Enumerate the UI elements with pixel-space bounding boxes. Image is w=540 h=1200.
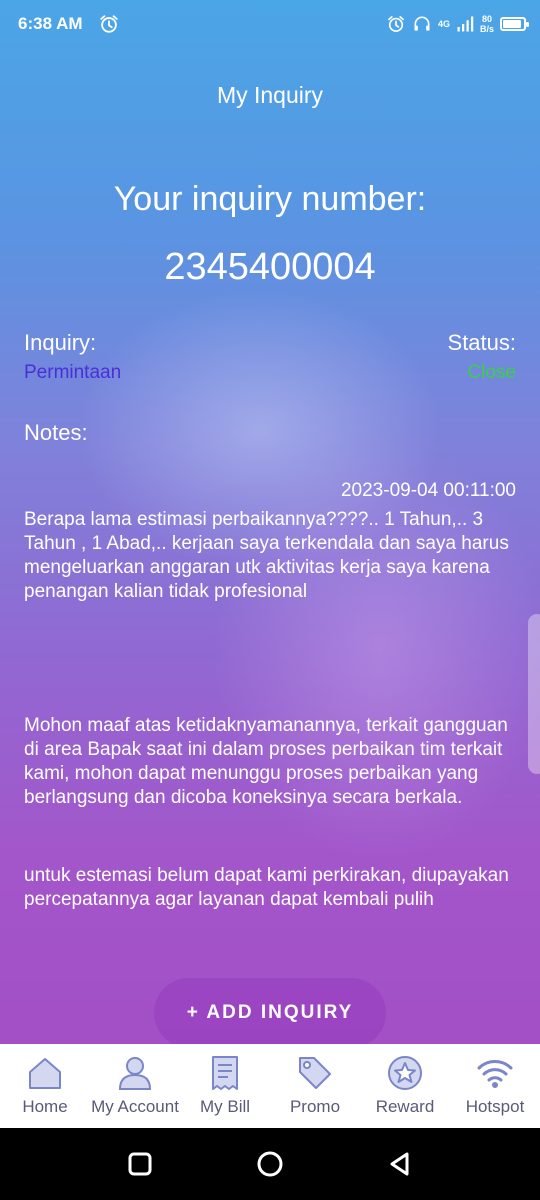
nav-label-home: Home	[22, 1097, 68, 1116]
alarm-icon	[100, 15, 118, 33]
nav-hotspot[interactable]: Hotspot	[450, 1044, 540, 1117]
status-icons: 4G 80 B/s	[386, 10, 529, 38]
note-timestamp: 2023-09-04 00:11:00	[340, 480, 516, 501]
nav-label-my-account: My Account	[91, 1097, 179, 1116]
inquiry-label: Inquiry:	[24, 330, 97, 355]
nav-my-account[interactable]: My Account	[90, 1044, 180, 1117]
status-bar: 6:38 AM 4G 80 B/s	[0, 0, 540, 48]
nav-label-my-bill: My Bill	[199, 1097, 251, 1116]
nav-label-promo: Promo	[289, 1097, 341, 1116]
nav-home[interactable]: Home	[0, 1044, 90, 1117]
receipt-icon	[212, 1056, 238, 1090]
nav-label-reward: Reward	[375, 1097, 435, 1116]
inquiry-type-value: Permintaan	[24, 362, 122, 383]
network-speed: 80 B/s	[479, 14, 494, 34]
status-value: Close	[467, 362, 516, 383]
user-icon	[118, 1057, 152, 1090]
customer-message: Berapa lama estimasi perbaikannya????.. …	[24, 509, 509, 602]
battery-icon	[500, 17, 529, 31]
recent-apps-icon[interactable]	[126, 1150, 154, 1178]
battery-level	[503, 20, 521, 28]
bottom-navigation: Home My Account My Bill Promo Reward Hot…	[0, 1044, 540, 1128]
scroll-handle[interactable]	[528, 614, 540, 774]
agent-reply-followup: untuk estemasi belum dapat kami perkirak…	[24, 865, 509, 910]
alarm-icon	[388, 16, 404, 32]
network-gen: 4G	[437, 19, 450, 29]
inquiry-screen: 6:38 AM 4G 80 B/s My Inquiry Your inquir…	[0, 0, 540, 1048]
status-time: 6:38 AM	[18, 14, 83, 33]
wifi-icon	[477, 1060, 513, 1088]
nav-promo[interactable]: Promo	[270, 1044, 360, 1117]
tag-icon	[299, 1057, 331, 1089]
status-label: Status:	[447, 330, 516, 355]
system-navigation-bar	[0, 1128, 540, 1200]
inquiry-number: 2345400004	[164, 246, 376, 288]
home-icon	[29, 1058, 61, 1089]
back-icon[interactable]	[386, 1150, 414, 1178]
nav-my-bill[interactable]: My Bill	[180, 1044, 270, 1117]
signal-icon	[457, 16, 474, 32]
notes-label: Notes:	[24, 420, 88, 445]
headset-icon	[414, 16, 430, 31]
nav-label-hotspot: Hotspot	[465, 1097, 525, 1116]
page-title: My Inquiry	[216, 82, 324, 108]
nav-reward[interactable]: Reward	[360, 1044, 450, 1117]
agent-reply: Mohon maaf atas ketidaknyamanannya, terk…	[24, 715, 508, 808]
add-inquiry-button[interactable]: + ADD INQUIRY	[154, 978, 386, 1048]
inquiry-number-heading: Your inquiry number:	[113, 180, 427, 218]
star-badge-icon	[388, 1056, 422, 1090]
home-button-icon[interactable]	[256, 1150, 284, 1178]
